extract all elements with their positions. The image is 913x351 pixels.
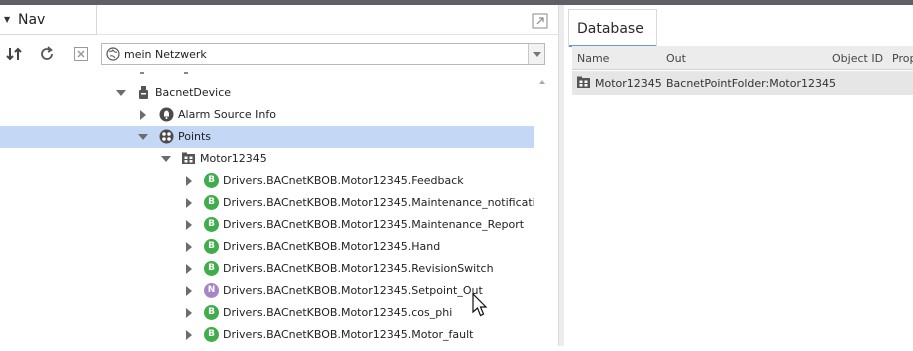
expand-toggle-icon[interactable]: [186, 176, 192, 186]
sync-button[interactable]: [4, 44, 24, 64]
database-pane: Database Name Out Object ID Prop Motor12…: [564, 5, 913, 346]
device-icon: [139, 86, 148, 99]
table-row[interactable]: Motor12345 BacnetPointFolder:Motor12345: [572, 71, 913, 95]
expand-toggle-icon[interactable]: [186, 220, 192, 230]
nav-pane: ▼ Nav mein Netzwerk BacnetDevice Alarm S…: [0, 5, 558, 346]
tree-node-label: Drivers.BACnetKBOB.Motor12345.Hand: [223, 240, 441, 253]
folder-icon: [577, 76, 590, 88]
sort-arrows-icon: [6, 47, 22, 61]
nav-tab-title: Nav: [18, 12, 46, 28]
tree-node-point[interactable]: N Drivers.BACnetKBOB.Motor12345.Setpoint…: [0, 280, 534, 302]
boolean-point-icon: B: [204, 327, 219, 342]
expand-toggle-icon[interactable]: [138, 134, 148, 140]
expand-toggle-icon[interactable]: [140, 110, 146, 120]
tree-node-label: Drivers.BACnetKBOB.Motor12345.RevisionSw…: [223, 262, 494, 275]
tree-node-label: Motor12345: [200, 152, 267, 165]
boolean-point-icon: B: [204, 239, 219, 254]
tree-node-points[interactable]: Points: [0, 126, 534, 148]
tree-node-point[interactable]: B Drivers.BACnetKBOB.Motor12345.Revision…: [0, 258, 534, 280]
alarm-icon: [159, 107, 174, 122]
column-header-object-id[interactable]: Object ID: [832, 52, 883, 65]
expand-toggle-icon[interactable]: [186, 308, 192, 318]
table-header: Name Out Object ID Prop: [572, 46, 913, 70]
tree-node-point[interactable]: B Drivers.BACnetKBOB.Motor12345.Maintena…: [0, 214, 534, 236]
expand-toggle-icon[interactable]: [161, 156, 171, 162]
column-header-name[interactable]: Name: [577, 52, 609, 65]
column-header-prop[interactable]: Prop: [892, 52, 913, 65]
scroll-up-arrow-icon[interactable]: [539, 80, 545, 84]
refresh-icon: [41, 46, 53, 60]
tree-node-point[interactable]: B Drivers.BACnetKBOB.Motor12345.Motor_fa…: [0, 324, 534, 346]
points-icon: [159, 129, 174, 144]
path-selector[interactable]: mein Netzwerk: [101, 43, 545, 65]
tree-node-motor12345[interactable]: Motor12345: [0, 148, 534, 170]
tree-node-point[interactable]: B Drivers.BACnetKBOB.Motor12345.cos_phi: [0, 302, 534, 324]
nav-tree: BacnetDevice Alarm Source Info Points Mo…: [0, 72, 534, 351]
clipped-tree-row-hint: [184, 72, 188, 74]
column-header-out[interactable]: Out: [666, 52, 686, 65]
maximize-icon[interactable]: [532, 13, 548, 29]
tree-node-label: Drivers.BACnetKBOB.Motor12345.Feedback: [223, 174, 464, 187]
tree-node-label: Points: [178, 130, 212, 143]
tree-node-point[interactable]: B Drivers.BACnetKBOB.Motor12345.Feedback: [0, 170, 534, 192]
boolean-point-icon: B: [204, 217, 219, 232]
tree-node-label: Drivers.BACnetKBOB.Motor12345.Setpoint_O…: [223, 284, 483, 297]
folder-icon: [182, 152, 195, 164]
nav-tab-strip: [97, 5, 558, 35]
row-out-cell: BacnetPointFolder:Motor12345: [666, 77, 836, 90]
close-button[interactable]: [71, 44, 91, 64]
boolean-point-icon: B: [204, 195, 219, 210]
expand-toggle-icon[interactable]: [186, 198, 192, 208]
expand-toggle-icon[interactable]: [116, 90, 126, 96]
tab-database[interactable]: Database: [568, 9, 657, 47]
tree-node-label: BacnetDevice: [155, 86, 232, 99]
tree-node-bacnetdevice[interactable]: BacnetDevice: [0, 82, 534, 104]
row-name-cell: Motor12345: [595, 77, 662, 90]
tree-node-point[interactable]: B Drivers.BACnetKBOB.Motor12345.Hand: [0, 236, 534, 258]
database-tab-title: Database: [577, 21, 644, 37]
clipped-tree-row-hint: [140, 72, 144, 74]
path-dropdown-button[interactable]: [528, 44, 544, 64]
tree-node-label: Drivers.BACnetKBOB.Motor12345.cos_phi: [223, 306, 453, 319]
mouse-cursor-icon: [472, 293, 488, 317]
expand-toggle-icon[interactable]: [186, 264, 192, 274]
tree-node-alarm-source-info[interactable]: Alarm Source Info: [0, 104, 534, 126]
close-box-icon: [74, 47, 88, 61]
tree-node-label: Drivers.BACnetKBOB.Motor12345.Motor_faul…: [223, 328, 474, 341]
boolean-point-icon: B: [204, 305, 219, 320]
boolean-point-icon: B: [204, 261, 219, 276]
nav-toolbar: mein Netzwerk: [0, 41, 558, 67]
expand-toggle-icon[interactable]: [186, 242, 192, 252]
numeric-point-icon: N: [204, 283, 219, 298]
tree-node-label: Alarm Source Info: [178, 108, 276, 121]
globe-icon: [106, 47, 120, 61]
tree-node-label: Drivers.BACnetKBOB.Motor12345.Maintenanc…: [223, 218, 525, 231]
nav-tab[interactable]: ▼ Nav: [0, 5, 97, 35]
tree-node-point[interactable]: B Drivers.BACnetKBOB.Motor12345.Maintena…: [0, 192, 534, 214]
expand-toggle-icon[interactable]: [186, 330, 192, 340]
refresh-button[interactable]: [37, 44, 57, 64]
tree-node-label: Drivers.BACnetKBOB.Motor12345.Maintenanc…: [223, 196, 534, 209]
boolean-point-icon: B: [204, 173, 219, 188]
nav-menu-caret-icon[interactable]: ▼: [4, 15, 10, 24]
path-text: mein Netzwerk: [124, 48, 207, 61]
expand-toggle-icon[interactable]: [186, 286, 192, 296]
